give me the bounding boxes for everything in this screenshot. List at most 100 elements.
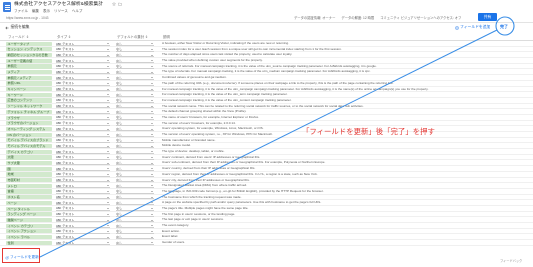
aggregation-select[interactable]: なし — [116, 172, 154, 177]
field-description[interactable]: The last page or exit page in users' ses… — [162, 217, 524, 222]
aggregation-select[interactable]: なし — [116, 87, 154, 92]
field-name-chip[interactable]: 言語 — [6, 189, 52, 194]
field-description[interactable]: Combined values of ga:source and ga:medi… — [162, 75, 524, 80]
type-select[interactable]: ABCテキスト — [56, 189, 110, 194]
menu-resource[interactable]: リソース — [54, 9, 68, 13]
field-description[interactable]: The hostname from which the tracking req… — [162, 195, 524, 200]
type-select[interactable]: ABCテキスト — [56, 201, 110, 206]
done-button[interactable]: 完了 — [500, 24, 508, 29]
aggregation-select[interactable]: なし — [116, 178, 154, 183]
field-description[interactable]: Users' city, derived from their IP addre… — [162, 178, 524, 183]
type-select[interactable]: ABCテキスト — [56, 64, 110, 69]
field-name-chip[interactable]: 離脱ページ — [6, 217, 52, 223]
star-icon[interactable] — [112, 2, 116, 6]
aggregation-select[interactable]: なし — [116, 98, 154, 103]
field-name-chip[interactable]: ランディング ページ — [6, 212, 52, 217]
field-name-chip[interactable]: キーワード — [6, 92, 52, 97]
field-name-chip[interactable]: モバイル デバイスのモデル — [6, 143, 52, 149]
field-description[interactable]: The language, in ISO-639 code format (e.… — [162, 189, 524, 194]
field-description[interactable]: Users' country, derived from their IP ad… — [162, 166, 524, 171]
type-select[interactable]: ABCテキスト — [56, 70, 110, 75]
aggregation-select[interactable]: なし — [116, 195, 154, 200]
aggregation-select[interactable]: なし — [116, 133, 154, 137]
aggregation-select[interactable]: なし — [116, 110, 154, 115]
feedback-link[interactable]: フィードバック — [500, 259, 522, 263]
type-select[interactable]: ABCテキスト — [56, 110, 110, 115]
aggregation-select[interactable]: なし — [116, 64, 154, 69]
aggregation-select[interactable]: なし — [116, 121, 154, 126]
aggregation-select[interactable]: なし — [116, 201, 154, 206]
type-select[interactable]: ABCテキスト — [56, 76, 110, 81]
type-select[interactable]: ABCテキスト — [56, 138, 110, 143]
folder-icon[interactable] — [118, 2, 122, 6]
field-description[interactable]: Users' region, derived from their IP add… — [162, 172, 524, 177]
field-description[interactable]: The version of users' browsers, for exam… — [162, 121, 524, 126]
field-description[interactable]: A page on the website specified by path … — [162, 200, 524, 205]
field-name-chip[interactable]: サブ大陸 — [6, 161, 52, 166]
type-select[interactable]: ABCテキスト — [56, 127, 110, 132]
field-description[interactable]: The number of days elapsed since users l… — [162, 52, 524, 57]
type-select[interactable]: ABCテキスト — [56, 224, 110, 228]
field-description[interactable]: For manual campaign tracking, it is the … — [162, 98, 524, 103]
document-title[interactable]: 株式会社アクセスアクセス解析&検索集計 — [14, 2, 103, 8]
field-name-chip[interactable]: メトロ — [6, 183, 52, 188]
type-select[interactable]: ABCテキスト — [56, 155, 110, 160]
aggregation-select[interactable]: なし — [116, 127, 154, 132]
field-name-chip[interactable]: 広告のコンテンツ — [6, 98, 52, 103]
aggregation-select[interactable]: なし — [116, 229, 154, 234]
menu-file[interactable]: ファイル — [14, 9, 28, 13]
type-select[interactable]: ABCテキスト — [56, 87, 110, 92]
type-select[interactable]: ABCテキスト — [56, 115, 110, 120]
field-description[interactable]: Event label. — [162, 234, 524, 239]
type-select[interactable]: ABCテキスト — [56, 104, 110, 109]
type-select[interactable]: ABCテキスト — [56, 121, 110, 126]
type-select[interactable]: ABCテキスト — [56, 167, 110, 172]
field-name-chip[interactable]: 性別 — [6, 240, 52, 245]
field-description[interactable]: The page's title. Multiple pages might h… — [162, 206, 524, 211]
field-name-chip[interactable]: ブラウザのバージョン — [6, 121, 52, 126]
field-name-chip[interactable]: モバイル デバイスのブランド — [6, 138, 52, 143]
aggregation-select[interactable]: なし — [116, 144, 154, 149]
credentials-status[interactable]: データの認証情報: オーナー — [294, 16, 335, 20]
field-description[interactable]: The default channel grouping shared with… — [162, 109, 524, 114]
type-select[interactable]: ABCテキスト — [56, 53, 110, 58]
field-name-chip[interactable]: デフォルト チャネル グループ — [6, 109, 52, 115]
type-select[interactable]: ABCテキスト — [56, 47, 110, 52]
type-select[interactable]: ABCテキスト — [56, 206, 110, 211]
type-select[interactable]: ABCテキスト — [56, 184, 110, 189]
share-button[interactable]: 共有 — [478, 13, 497, 21]
field-description[interactable]: The first page in users' sessions, or th… — [162, 212, 524, 217]
field-description[interactable]: The social network name. This can be rel… — [162, 104, 524, 109]
field-description[interactable]: Mobile device model. — [162, 143, 524, 148]
field-description[interactable]: The name of users' browsers, for example… — [162, 115, 524, 120]
aggregation-select[interactable]: なし — [116, 47, 154, 52]
type-select[interactable]: ABCテキスト — [56, 81, 110, 86]
type-select[interactable]: ABCテキスト — [56, 195, 110, 200]
aggregation-select[interactable]: なし — [116, 161, 154, 166]
field-description[interactable]: Event action. — [162, 229, 524, 234]
header-aggregation[interactable]: デフォルトの集計 — [117, 35, 148, 39]
field-description[interactable]: The value provided when defining custom … — [162, 58, 524, 63]
field-name-chip[interactable]: オペレーティング システム — [6, 126, 52, 132]
community-viz-status[interactable]: コミュニティ ビジュアリゼーションへのアクセス: オフ — [380, 16, 461, 20]
field-description[interactable]: The source of referrals. For manual camp… — [162, 64, 524, 69]
type-select[interactable]: ABCテキスト — [56, 229, 110, 234]
field-description[interactable]: Users' sub-continent, derived from their… — [162, 160, 524, 165]
aggregation-select[interactable]: なし — [116, 218, 154, 223]
type-select[interactable]: ABCテキスト — [56, 241, 110, 245]
type-select[interactable]: ABCテキスト — [56, 212, 110, 217]
aggregation-select[interactable]: なし — [116, 241, 154, 245]
field-name-chip[interactable]: ブラウザ — [6, 115, 52, 120]
field-description[interactable]: The type of referrals. For manual campai… — [162, 69, 524, 74]
field-name-chip[interactable]: セッション インデックス — [6, 47, 52, 52]
aggregation-select[interactable]: なし — [116, 212, 154, 217]
aggregation-select[interactable]: なし — [116, 53, 154, 58]
aggregation-select[interactable]: なし — [116, 138, 154, 143]
type-select[interactable]: ABCテキスト — [56, 133, 110, 137]
header-field[interactable]: フィールド — [8, 35, 29, 39]
aggregation-select[interactable]: なし — [116, 167, 154, 172]
type-select[interactable]: ABCテキスト — [56, 178, 110, 183]
app-logo[interactable] — [3, 2, 11, 12]
field-name-chip[interactable]: ページ タイトル — [6, 206, 52, 211]
aggregation-select[interactable]: なし — [116, 76, 154, 81]
